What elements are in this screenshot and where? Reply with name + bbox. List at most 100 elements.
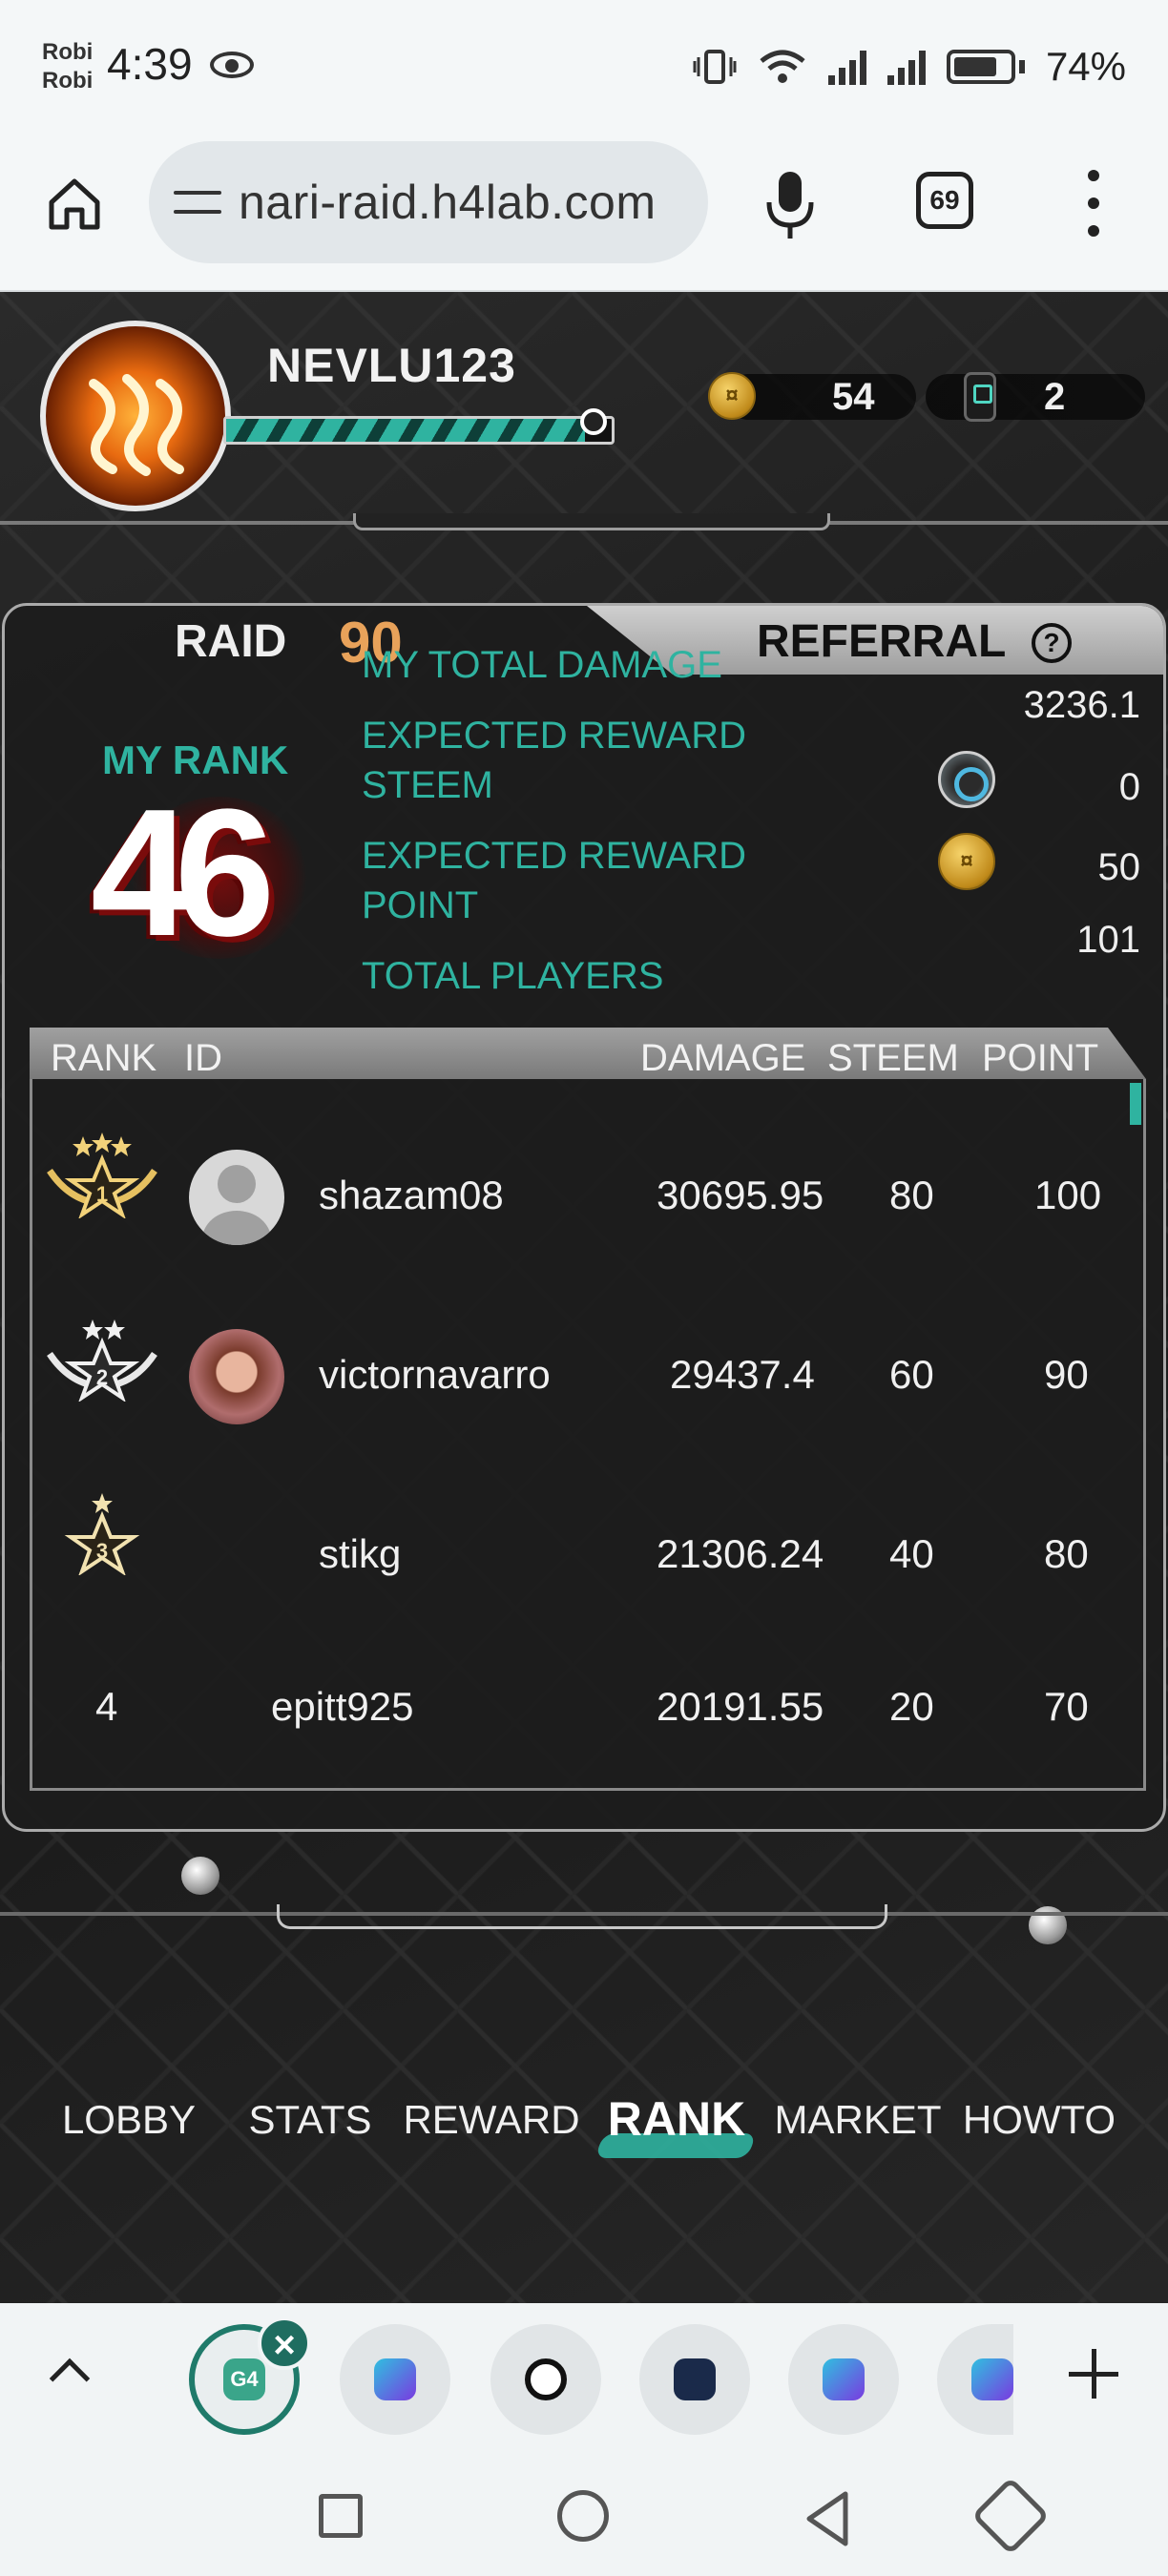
rank-table[interactable]: 1 shazam08 30695.95 80 100 2 victornavar… xyxy=(30,1079,1146,1791)
browser-toolbar: nari-raid.h4lab.com 69 xyxy=(0,134,1168,292)
tab-raid[interactable]: RAID xyxy=(175,615,286,668)
system-navigation xyxy=(0,2446,1168,2576)
silver-rank-badge-icon: 2 xyxy=(47,1319,157,1402)
home-circle-icon[interactable] xyxy=(557,2490,609,2542)
user-id[interactable]: shazam08 xyxy=(319,1173,504,1218)
xp-bar xyxy=(223,416,615,445)
chevron-up-icon[interactable] xyxy=(49,2358,91,2399)
table-scrollbar[interactable] xyxy=(1130,1083,1141,1125)
user-id[interactable]: victornavarro xyxy=(319,1352,551,1398)
xp-bar-fill xyxy=(226,419,585,442)
header-rank: RANK xyxy=(51,1037,157,1079)
table-row[interactable]: 4 epitt925 20191.55 20 70 xyxy=(32,1655,1139,1788)
canva-icon xyxy=(374,2358,416,2400)
table-header: RANK ID DAMAGE STEEM POINT xyxy=(30,1028,1146,1079)
carrier-2: Robi xyxy=(42,68,94,93)
status-icons: 74% xyxy=(693,42,1126,92)
user-damage: 30695.95 xyxy=(657,1173,824,1217)
more-menu-icon[interactable] xyxy=(1084,170,1103,237)
reward-point-label-2: POINT xyxy=(362,884,479,926)
tab-referral[interactable]: REFERRAL xyxy=(757,615,1006,668)
user-damage: 21306.24 xyxy=(657,1531,824,1576)
user-damage: 20191.55 xyxy=(657,1684,824,1729)
clock: 4:39 xyxy=(107,39,193,89)
canva-icon xyxy=(971,2358,1013,2400)
user-point: 70 xyxy=(1044,1684,1089,1729)
svg-text:3: 3 xyxy=(96,1539,108,1563)
player-avatar[interactable] xyxy=(40,321,231,511)
game-area: NEVLU123 ¤ 54 2 RAID 90 REFERRAL ? MY RA… xyxy=(0,292,1168,2303)
ticket-count: 2 xyxy=(1044,376,1066,418)
reward-steem-label-1: EXPECTED REWARD xyxy=(362,715,747,757)
skull-icon xyxy=(525,2358,567,2400)
recents-icon[interactable] xyxy=(319,2494,363,2538)
carrier-1: Robi xyxy=(42,39,94,65)
user-steem: 80 xyxy=(889,1173,934,1217)
new-tab-icon[interactable] xyxy=(1069,2349,1118,2399)
rank-panel: RAID 90 REFERRAL ? MY RANK 46 MY TOTAL D… xyxy=(2,603,1166,1832)
coin-icon: ¤ xyxy=(708,372,756,420)
address-bar[interactable]: nari-raid.h4lab.com xyxy=(149,141,708,263)
battery-icon xyxy=(946,50,1015,84)
nav-howto[interactable]: HOWTO xyxy=(949,2097,1130,2143)
steem-logo-icon xyxy=(89,374,184,476)
header-damage: DAMAGE xyxy=(640,1037,806,1079)
xp-bar-knob xyxy=(580,408,607,435)
decor-orb-left xyxy=(181,1857,219,1895)
bottom-decoration xyxy=(277,1904,887,1929)
tab-switcher-button[interactable]: 69 xyxy=(916,172,973,229)
user-avatar[interactable] xyxy=(189,1150,284,1245)
signal-icon-2 xyxy=(886,49,926,85)
svg-text:2: 2 xyxy=(96,1365,108,1389)
nav-rank[interactable]: RANK xyxy=(586,2091,767,2147)
user-damage: 29437.4 xyxy=(670,1352,815,1397)
rotate-icon[interactable] xyxy=(970,2476,1051,2556)
reward-steem-label-2: STEEM xyxy=(362,764,493,806)
tab-3[interactable] xyxy=(490,2324,601,2435)
url-text[interactable]: nari-raid.h4lab.com xyxy=(239,175,656,230)
header-point: POINT xyxy=(982,1037,1099,1079)
reward-point-value: 50 xyxy=(1097,846,1141,888)
vibrate-icon xyxy=(693,50,737,84)
wifi-icon xyxy=(760,50,805,83)
battery-percent: 74% xyxy=(1045,44,1126,89)
home-icon[interactable] xyxy=(46,176,103,233)
table-row[interactable]: 2 victornavarro 29437.4 60 90 xyxy=(32,1302,1139,1445)
nav-stats[interactable]: STATS xyxy=(219,2097,401,2143)
tab-6[interactable] xyxy=(937,2324,1013,2435)
coin-count: 54 xyxy=(832,376,875,418)
total-players-value: 101 xyxy=(1076,919,1140,961)
user-rank: 4 xyxy=(95,1684,118,1729)
eye-icon xyxy=(210,52,254,78)
back-icon[interactable] xyxy=(803,2490,851,2547)
reward-steem-value: 0 xyxy=(1118,766,1140,808)
gold-rank-badge-icon: 1 xyxy=(47,1132,157,1218)
point-coin-icon: ¤ xyxy=(938,833,995,890)
table-row[interactable]: 3 stikg 21306.24 40 80 xyxy=(32,1484,1139,1627)
tab-4[interactable] xyxy=(639,2324,750,2435)
app-icon xyxy=(674,2358,716,2400)
microphone-icon[interactable] xyxy=(763,168,817,240)
help-icon[interactable]: ? xyxy=(1032,623,1072,663)
my-rank-value: 46 xyxy=(91,772,275,974)
tab-2[interactable] xyxy=(340,2324,450,2435)
user-avatar[interactable] xyxy=(189,1329,284,1424)
user-point: 80 xyxy=(1044,1531,1089,1576)
header-decoration xyxy=(353,513,830,530)
total-damage-label: MY TOTAL DAMAGE xyxy=(362,644,722,686)
nav-reward[interactable]: REWARD xyxy=(401,2097,582,2143)
ticket-brush xyxy=(926,374,1145,420)
site-settings-icon[interactable] xyxy=(174,183,221,221)
steem-icon xyxy=(938,751,995,808)
close-tab-icon[interactable]: × xyxy=(258,2316,311,2370)
nav-lobby[interactable]: LOBBY xyxy=(38,2097,219,2143)
table-row[interactable]: 1 shazam08 30695.95 80 100 xyxy=(32,1123,1139,1266)
header-steem: STEEM xyxy=(827,1037,959,1079)
user-point: 90 xyxy=(1044,1352,1089,1397)
user-id[interactable]: epitt925 xyxy=(271,1684,413,1730)
tab-5[interactable] xyxy=(788,2324,899,2435)
game-tab-icon: G4 xyxy=(223,2358,265,2400)
svg-text:1: 1 xyxy=(96,1182,108,1206)
user-id[interactable]: stikg xyxy=(319,1531,401,1577)
nav-market[interactable]: MARKET xyxy=(767,2097,949,2143)
